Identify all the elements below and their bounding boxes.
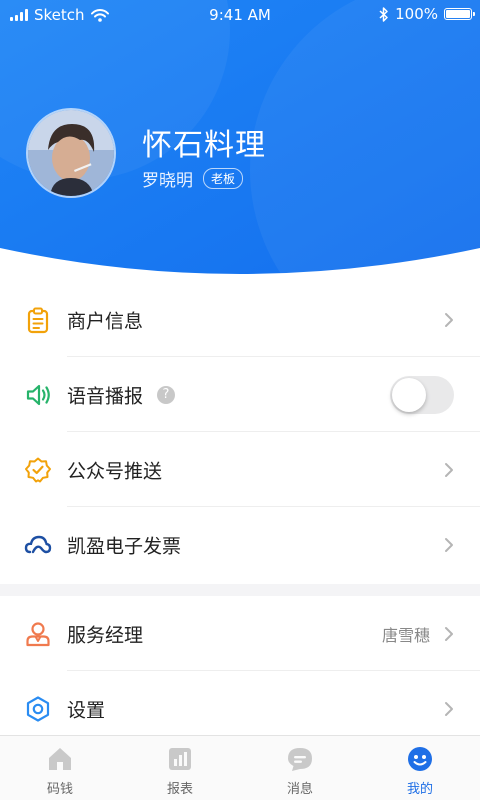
menu-item-e-invoice[interactable]: 凯盈电子发票 bbox=[0, 507, 480, 582]
menu-label: 设置 bbox=[67, 699, 106, 721]
chevron-right-icon bbox=[445, 537, 453, 552]
battery-percent: 100% bbox=[395, 5, 438, 23]
bluetooth-icon bbox=[379, 6, 388, 22]
home-icon bbox=[49, 748, 71, 770]
menu-item-official-account-push[interactable]: 公众号推送 bbox=[0, 432, 480, 507]
clipboard-icon bbox=[27, 307, 49, 333]
manager-name: 唐雪穗 bbox=[381, 625, 430, 645]
menu-item-service-manager[interactable]: 服务经理 唐雪穗 bbox=[0, 596, 480, 671]
message-bubble-icon bbox=[288, 748, 312, 771]
owner-name: 罗晓明 bbox=[142, 171, 193, 191]
status-bar: Sketch 9:41 AM 100% bbox=[0, 0, 480, 30]
status-right: 100% bbox=[379, 5, 475, 23]
chevron-right-icon bbox=[445, 462, 453, 477]
menu-label: 商户信息 bbox=[67, 310, 144, 332]
verified-badge-icon bbox=[25, 457, 51, 482]
chevron-right-icon bbox=[445, 312, 453, 327]
tab-label: 报表 bbox=[166, 782, 193, 797]
section-gap bbox=[0, 584, 480, 596]
menu-label: 语音播报 bbox=[67, 385, 144, 407]
menu-group-merchant: 商户信息 语音播报 ? 公众号推送 凯盈电子发票 bbox=[0, 282, 480, 582]
tab-reports[interactable]: 报表 bbox=[120, 736, 240, 800]
profile-face-icon bbox=[408, 747, 432, 771]
tab-mine[interactable]: 我的 bbox=[360, 736, 480, 800]
tab-messages[interactable]: 消息 bbox=[240, 736, 360, 800]
chevron-right-icon bbox=[445, 701, 453, 716]
profile-header: Sketch 9:41 AM 100% 怀石料理 罗晓明 老板 bbox=[0, 0, 480, 282]
menu-label: 凯盈电子发票 bbox=[67, 535, 182, 557]
help-icon[interactable]: ? bbox=[157, 385, 175, 404]
toggle-knob bbox=[392, 377, 426, 412]
tab-label: 我的 bbox=[406, 782, 433, 797]
tab-bar: 码钱 报表 消息 我的 bbox=[0, 735, 480, 800]
manager-person-icon bbox=[26, 621, 50, 646]
menu-group-service: 服务经理 唐雪穗 设置 bbox=[0, 596, 480, 746]
menu-item-voice-broadcast: 语音播报 ? bbox=[0, 357, 480, 432]
battery-icon bbox=[444, 8, 475, 20]
settings-hexagon-icon bbox=[26, 695, 50, 722]
cloud-link-icon bbox=[24, 535, 52, 553]
tab-home[interactable]: 码钱 bbox=[0, 736, 120, 800]
speaker-icon bbox=[26, 384, 50, 405]
avatar[interactable] bbox=[26, 108, 116, 198]
shop-name: 怀石料理 bbox=[142, 128, 266, 163]
tab-label: 消息 bbox=[286, 782, 313, 797]
role-badge: 老板 bbox=[203, 168, 244, 189]
menu-label: 公众号推送 bbox=[67, 460, 163, 482]
menu-item-merchant-info[interactable]: 商户信息 bbox=[0, 282, 480, 357]
chevron-right-icon bbox=[445, 626, 453, 641]
tab-label: 码钱 bbox=[46, 782, 73, 797]
menu-label: 服务经理 bbox=[67, 624, 144, 646]
report-chart-icon bbox=[169, 748, 191, 770]
avatar-photo bbox=[28, 110, 114, 196]
owner-info: 罗晓明 老板 bbox=[142, 166, 244, 191]
voice-broadcast-toggle[interactable] bbox=[390, 375, 454, 414]
